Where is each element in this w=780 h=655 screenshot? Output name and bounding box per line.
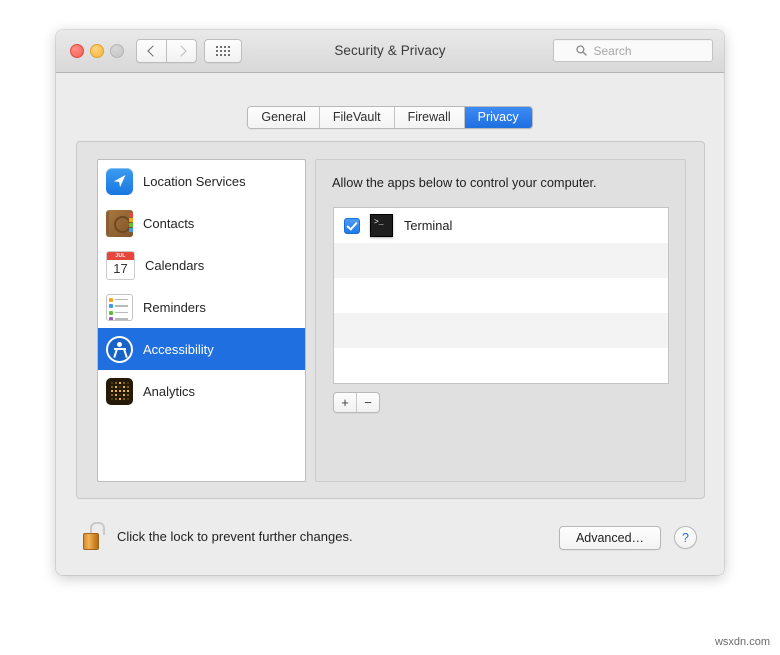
- reminders-icon: [106, 293, 133, 321]
- advanced-button[interactable]: Advanced…: [559, 526, 661, 550]
- calendar-month: JUL: [107, 251, 134, 260]
- accessibility-icon: [106, 335, 133, 363]
- sidebar-item-calendars[interactable]: JUL 17 Calendars: [98, 244, 305, 286]
- table-row[interactable]: [334, 278, 668, 313]
- tab-privacy[interactable]: Privacy: [464, 107, 532, 128]
- sidebar-item-label: Calendars: [145, 257, 205, 273]
- help-button[interactable]: ?: [674, 526, 697, 549]
- sidebar-item-analytics[interactable]: Analytics: [98, 370, 305, 412]
- check-icon: [346, 218, 358, 231]
- calendars-icon: JUL 17: [106, 250, 135, 280]
- app-name: Terminal: [404, 218, 453, 233]
- sidebar-item-contacts[interactable]: Contacts: [98, 202, 305, 244]
- sidebar-item-reminders[interactable]: Reminders: [98, 286, 305, 328]
- sidebar-item-label: Reminders: [143, 299, 206, 315]
- allowed-apps-list[interactable]: >_ Terminal: [333, 207, 669, 384]
- watermark: wsxdn.com: [714, 636, 770, 648]
- table-row[interactable]: >_ Terminal: [334, 208, 668, 243]
- window-titlebar: Security & Privacy: [56, 30, 724, 73]
- sidebar-item-label: Analytics: [143, 383, 196, 399]
- tab-general[interactable]: General: [248, 107, 320, 128]
- search-field[interactable]: [553, 39, 713, 62]
- accessibility-detail-pane: Allow the apps below to control your com…: [315, 159, 686, 482]
- terminal-icon: >_: [370, 214, 393, 237]
- sidebar-item-label: Location Services: [143, 173, 246, 189]
- pane-description: Allow the apps below to control your com…: [332, 175, 597, 190]
- sidebar-item-label: Contacts: [143, 215, 195, 231]
- table-row[interactable]: [334, 348, 668, 383]
- list-action-buttons: + −: [333, 392, 380, 413]
- privacy-category-list[interactable]: Location Services Contacts JUL 17 Calend…: [97, 159, 306, 482]
- app-enabled-checkbox[interactable]: [344, 217, 360, 234]
- table-row[interactable]: [334, 243, 668, 278]
- analytics-icon: [106, 377, 133, 405]
- lock-hint-text: Click the lock to prevent further change…: [117, 529, 353, 544]
- bottom-bar: Click the lock to prevent further change…: [56, 515, 724, 575]
- contacts-icon: [106, 209, 133, 237]
- table-row[interactable]: [334, 313, 668, 348]
- add-app-button[interactable]: +: [334, 393, 357, 412]
- remove-app-button[interactable]: −: [357, 393, 379, 412]
- search-icon: [575, 45, 587, 56]
- privacy-panel: Location Services Contacts JUL 17 Calend…: [76, 141, 705, 499]
- calendar-day: 17: [113, 260, 128, 276]
- sidebar-item-label: Accessibility: [143, 341, 214, 357]
- sidebar-item-location-services[interactable]: Location Services: [98, 160, 305, 202]
- tab-firewall[interactable]: Firewall: [394, 107, 465, 128]
- sidebar-item-accessibility[interactable]: Accessibility: [98, 328, 305, 370]
- tab-group: General FileVault Firewall Privacy: [247, 106, 533, 129]
- search-input[interactable]: [591, 42, 691, 59]
- lock-open-icon[interactable]: [82, 522, 105, 552]
- system-preferences-window: Security & Privacy General FileVault Fir…: [56, 30, 724, 575]
- tab-filevault[interactable]: FileVault: [319, 107, 395, 128]
- window-body: General FileVault Firewall Privacy Locat…: [56, 73, 724, 575]
- location-services-icon: [106, 167, 133, 195]
- tab-bar: General FileVault Firewall Privacy: [56, 106, 724, 129]
